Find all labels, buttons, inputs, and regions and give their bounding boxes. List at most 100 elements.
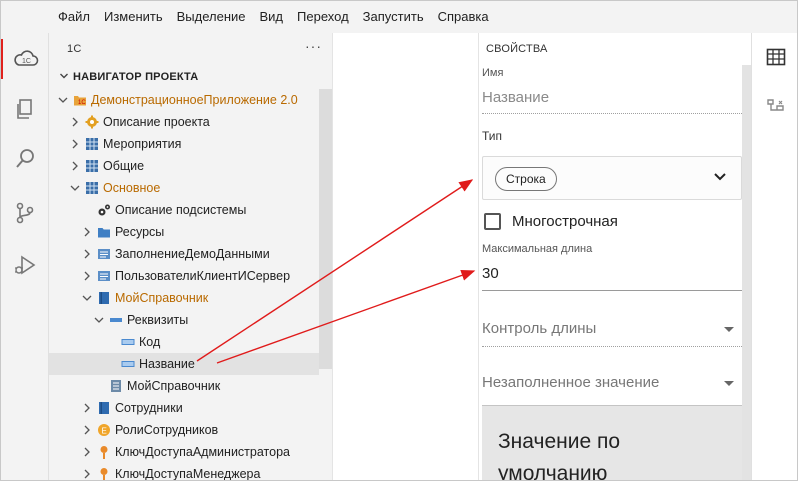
- cloud-1c-icon[interactable]: 1C: [1, 39, 49, 79]
- properties-panel: СВОЙСТВА Имя Название Тип Строка Многост…: [478, 33, 751, 481]
- grid-icon: [85, 181, 99, 195]
- empty-value-caret-icon[interactable]: [724, 381, 734, 386]
- table-icon[interactable]: [752, 37, 797, 77]
- tree-item[interactable]: Общие: [49, 155, 319, 177]
- type-select[interactable]: Строка: [482, 156, 742, 200]
- more-actions-icon[interactable]: ···: [305, 38, 322, 54]
- multiline-checkbox[interactable]: [484, 213, 501, 230]
- folder-icon: [97, 225, 111, 239]
- type-chip[interactable]: Строка: [495, 167, 557, 191]
- hierarchy-icon[interactable]: [752, 87, 797, 127]
- tree-item-label: Описание проекта: [103, 115, 210, 129]
- activity-bar: 1C: [1, 33, 49, 480]
- files-icon[interactable]: [1, 89, 49, 129]
- app-window: Файл Изменить Выделение Вид Переход Запу…: [0, 0, 798, 481]
- tree-item-label: Код: [139, 335, 161, 349]
- properties-title: СВОЙСТВА: [486, 43, 548, 55]
- length-control-select[interactable]: Контроль длины: [482, 320, 742, 337]
- module-icon: [97, 247, 111, 261]
- chevron-right-icon[interactable]: [81, 247, 93, 261]
- menu-selection[interactable]: Выделение: [170, 1, 253, 33]
- empty-value-select[interactable]: Незаполненное значение: [482, 374, 742, 391]
- chevron-down-icon[interactable]: [81, 291, 93, 305]
- tree-item-label: ЗаполнениеДемоДанными: [115, 247, 270, 261]
- tree-item-label: Сотрудники: [115, 401, 183, 415]
- tree-item[interactable]: Описание проекта: [49, 111, 319, 133]
- source-control-icon[interactable]: [1, 193, 49, 233]
- tree-item[interactable]: КлючДоступаМенеджера: [49, 463, 319, 480]
- chevron-right-icon[interactable]: [69, 137, 81, 151]
- tree-item[interactable]: МойСправочник: [49, 375, 319, 397]
- catalog-form-icon: [109, 379, 123, 393]
- chevron-right-icon[interactable]: [81, 445, 93, 459]
- tree-item-label: Мероприятия: [103, 137, 182, 151]
- properties-scrollbar[interactable]: [742, 65, 751, 480]
- name-field[interactable]: Название: [482, 89, 742, 106]
- chevron-down-icon[interactable]: [713, 171, 727, 186]
- default-value-box[interactable]: Значение по умолчанию: [482, 405, 742, 481]
- chevron-right-icon[interactable]: [81, 423, 93, 437]
- tree-item[interactable]: КлючДоступаАдминистратора: [49, 441, 319, 463]
- tree-item[interactable]: Название: [49, 353, 319, 375]
- chevron-right-icon[interactable]: [69, 159, 81, 173]
- length-control-caret-icon[interactable]: [724, 327, 734, 332]
- max-length-field[interactable]: 30: [482, 265, 742, 282]
- sidebar-scrollbar[interactable]: [319, 89, 332, 369]
- chevron-right-icon[interactable]: [81, 401, 93, 415]
- project-sidebar: 1С ··· НАВИГАТОР ПРОЕКТА 1C Демонстрацион…: [49, 33, 332, 480]
- tree-item[interactable]: Реквизиты: [49, 309, 319, 331]
- chevron-right-icon[interactable]: [81, 467, 93, 480]
- tree-item[interactable]: Мероприятия: [49, 133, 319, 155]
- project-navigator-label: НАВИГАТОР ПРОЕКТА: [73, 71, 199, 83]
- default-value-label: Значение по умолчанию: [498, 430, 621, 481]
- project-tree: 1C ДемонстрационноеПриложение 2.0 Описание…: [49, 89, 332, 480]
- name-label: Имя: [482, 67, 504, 79]
- tree-item[interactable]: Сотрудники: [49, 397, 319, 419]
- search-icon[interactable]: [1, 139, 49, 179]
- chevron-right-icon[interactable]: [81, 225, 93, 239]
- chevron-down-icon[interactable]: [57, 93, 69, 107]
- menu-go[interactable]: Переход: [290, 1, 356, 33]
- grid-icon: [85, 159, 99, 173]
- tree-item[interactable]: Ресурсы: [49, 221, 319, 243]
- run-debug-icon[interactable]: [1, 245, 49, 285]
- tree-item-label: Общие: [103, 159, 145, 173]
- max-length-label: Максимальная длина: [482, 243, 593, 255]
- tree-item[interactable]: 1C ДемонстрационноеПриложение 2.0: [49, 89, 319, 111]
- chevron-right-icon[interactable]: [69, 115, 81, 129]
- tree-item[interactable]: МойСправочник: [49, 287, 319, 309]
- chevron-right-icon[interactable]: [81, 269, 93, 283]
- menu-edit[interactable]: Изменить: [97, 1, 170, 33]
- catalog-icon: [97, 401, 111, 415]
- tree-item[interactable]: Код: [49, 331, 319, 353]
- attribute-icon: [121, 335, 135, 349]
- chevron-down-icon[interactable]: [93, 313, 105, 327]
- tree-item-label: Описание подсистемы: [115, 203, 247, 217]
- tree-item[interactable]: Основное: [49, 177, 319, 199]
- project-navigator-header[interactable]: НАВИГАТОР ПРОЕКТА: [49, 67, 332, 89]
- tree-item[interactable]: ЗаполнениеДемоДанными: [49, 243, 319, 265]
- menu-view[interactable]: Вид: [253, 1, 291, 33]
- length-control-underline: [482, 346, 742, 347]
- multiline-label: Многострочная: [512, 213, 618, 230]
- tree-item[interactable]: E РолиСотрудников: [49, 419, 319, 441]
- max-length-underline: [482, 290, 742, 291]
- menu-run[interactable]: Запустить: [356, 1, 431, 33]
- tree-item-label: Ресурсы: [115, 225, 165, 239]
- chevron-down-icon[interactable]: [69, 181, 81, 195]
- svg-text:1C: 1C: [78, 100, 86, 106]
- gears-icon: [97, 203, 111, 217]
- tree-item-label: Название: [139, 357, 195, 371]
- menu-file[interactable]: Файл: [51, 1, 97, 33]
- editor-area: [332, 33, 478, 480]
- tree-item[interactable]: Описание подсистемы: [49, 199, 319, 221]
- key-pin-icon: [97, 467, 111, 480]
- tree-item[interactable]: ПользователиКлиентИСервер: [49, 265, 319, 287]
- name-underline: [482, 113, 742, 114]
- attributes-icon: [109, 313, 123, 327]
- menu-bar: Файл Изменить Выделение Вид Переход Запу…: [1, 1, 797, 33]
- menu-help[interactable]: Справка: [431, 1, 496, 33]
- tree-item-label: РолиСотрудников: [115, 423, 219, 437]
- svg-text:1C: 1C: [22, 58, 31, 65]
- tree-item-label: Реквизиты: [127, 313, 189, 327]
